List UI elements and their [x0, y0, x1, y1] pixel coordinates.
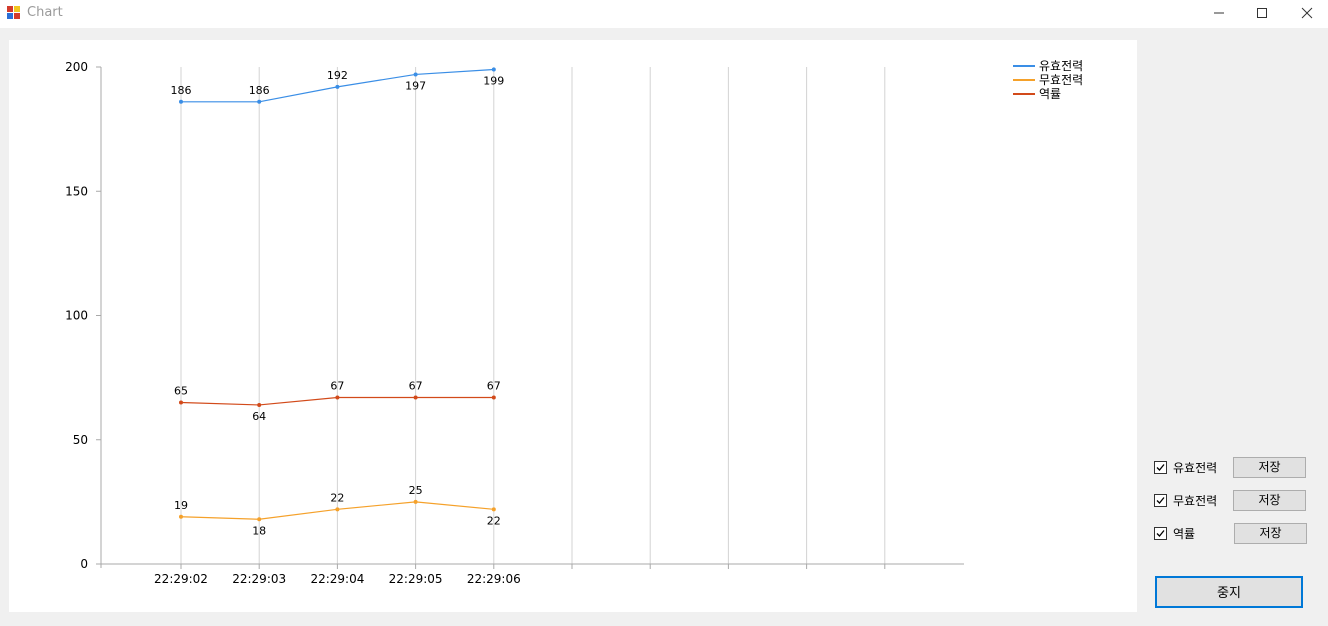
data-label: 65: [174, 384, 188, 397]
data-point: [335, 507, 340, 512]
y-tick-label: 0: [80, 557, 88, 571]
data-label: 22: [487, 514, 501, 527]
x-tick-label: 22:29:04: [310, 572, 364, 586]
data-point: [413, 499, 418, 504]
y-tick-label: 50: [73, 433, 88, 447]
checkmark-icon: [1156, 497, 1165, 504]
data-label: 197: [405, 79, 426, 92]
data-point: [257, 517, 262, 522]
data-label: 67: [330, 380, 344, 393]
data-point: [491, 67, 496, 72]
app-icon: [7, 6, 20, 19]
data-label: 19: [174, 499, 188, 512]
save-reactive-power-button[interactable]: 저장: [1233, 490, 1306, 511]
title-bar: Chart: [0, 0, 1328, 28]
data-point: [179, 400, 183, 405]
power-factor-checkbox[interactable]: [1154, 527, 1167, 540]
legend-label: 유효전력: [1039, 59, 1083, 73]
data-label: 186: [249, 84, 270, 97]
data-label: 67: [487, 380, 501, 393]
x-tick-label: 22:29:02: [154, 572, 208, 586]
stop-button[interactable]: 중지: [1155, 576, 1303, 608]
x-tick-label: 22:29:03: [232, 572, 286, 586]
checkmark-icon: [1156, 530, 1165, 537]
x-tick-label: 22:29:06: [467, 572, 521, 586]
maximize-button[interactable]: [1239, 0, 1285, 26]
save-active-power-button[interactable]: 저장: [1233, 457, 1306, 478]
data-label: 186: [171, 84, 192, 97]
minimize-icon: [1214, 12, 1224, 14]
data-point: [257, 402, 262, 407]
data-label: 64: [252, 410, 266, 423]
active-power-label: 유효전력: [1173, 461, 1218, 475]
data-point: [179, 514, 183, 519]
data-label: 192: [327, 69, 348, 82]
y-tick-label: 150: [65, 184, 88, 198]
data-point: [257, 99, 262, 104]
save-power-factor-button[interactable]: 저장: [1234, 523, 1307, 544]
data-label: 25: [409, 484, 423, 497]
data-label: 67: [409, 380, 423, 393]
chart-panel: 0 50 100 150 200 22:29:02 22:29:03 22:29:04 22:2…: [9, 40, 1137, 612]
legend-label: 무효전력: [1039, 73, 1083, 87]
data-point: [413, 72, 418, 77]
close-button[interactable]: [1284, 0, 1328, 26]
y-tick-label: 100: [65, 309, 88, 323]
data-point: [413, 395, 418, 400]
legend-label: 역률: [1039, 87, 1061, 101]
data-point: [335, 84, 340, 89]
reactive-power-label: 무효전력: [1173, 494, 1218, 508]
window-title: Chart: [27, 5, 63, 20]
data-label: 18: [252, 524, 266, 537]
reactive-power-checkbox[interactable]: [1154, 494, 1167, 507]
minimize-button[interactable]: [1196, 0, 1242, 26]
power-factor-label: 역률: [1173, 527, 1196, 541]
active-power-checkbox[interactable]: [1154, 461, 1167, 474]
data-label: 199: [483, 74, 504, 87]
data-point: [335, 395, 340, 400]
data-label: 22: [330, 491, 344, 504]
maximize-icon: [1257, 8, 1267, 18]
data-point: [179, 99, 183, 104]
y-tick-label: 200: [65, 60, 88, 74]
data-point: [491, 395, 496, 400]
x-tick-label: 22:29:05: [389, 572, 443, 586]
data-point: [491, 507, 496, 512]
checkmark-icon: [1156, 464, 1165, 471]
close-icon: [1301, 7, 1313, 19]
line-chart: 0 50 100 150 200 22:29:02 22:29:03 22:29:04 22:2…: [65, 59, 1083, 586]
